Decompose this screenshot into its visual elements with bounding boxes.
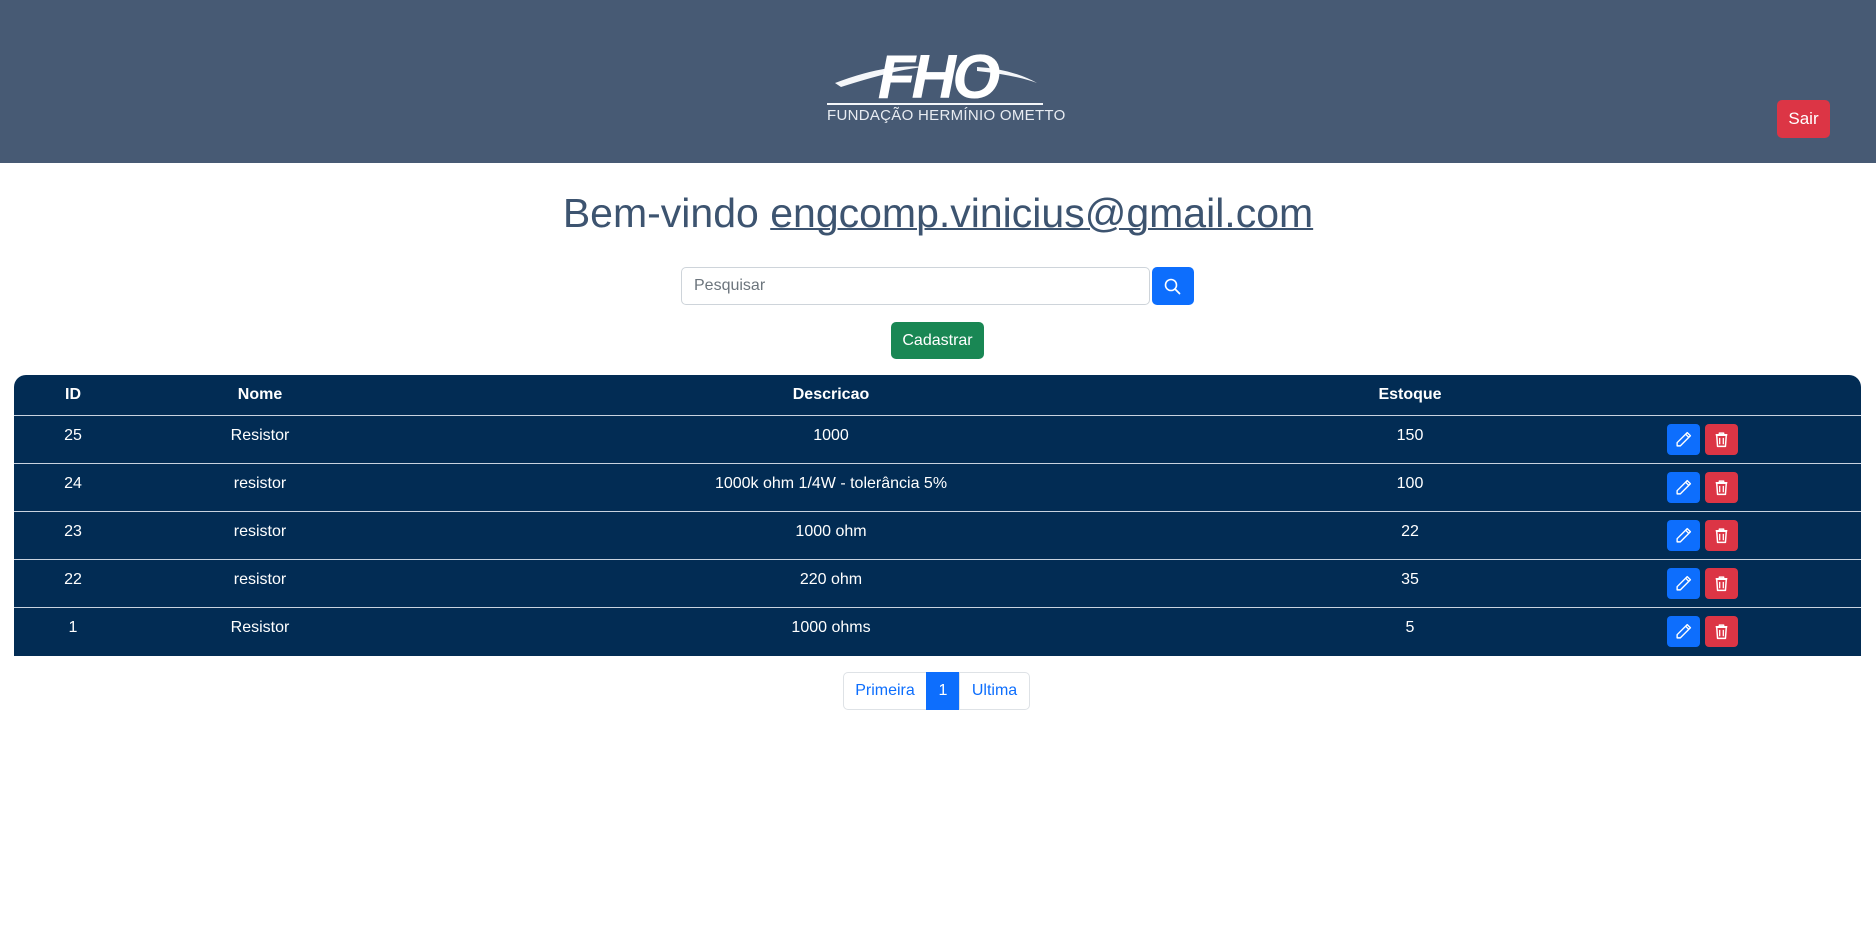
- cell-nome: resistor: [233, 475, 287, 492]
- search-icon: [1164, 278, 1181, 295]
- fho-logo-mark: FHO: [827, 43, 1043, 112]
- cell-id: 23: [64, 523, 82, 540]
- pagination-first[interactable]: Primeira: [843, 672, 927, 710]
- cell-id: 24: [64, 475, 82, 492]
- user-email-link[interactable]: engcomp.vinicius@gmail.com: [770, 190, 1313, 236]
- cell-estoque: 150: [1396, 427, 1424, 444]
- app-header: FHO FUNDAÇÃO HERMÍNIO OMETTO Sair: [0, 0, 1876, 163]
- cell-id: 25: [64, 427, 82, 444]
- table-row: 23 resistor 1000 ohm 22: [14, 512, 1861, 560]
- trash-icon: [1715, 624, 1728, 640]
- column-header-id: ID: [65, 386, 81, 403]
- pencil-icon: [1676, 527, 1692, 543]
- table-header-row: ID Nome Descricao Estoque: [14, 375, 1861, 416]
- welcome-heading: Bem-vindo engcomp.vinicius@gmail.com: [0, 186, 1876, 240]
- pagination-page-current[interactable]: 1: [926, 672, 960, 710]
- cell-estoque: 35: [1401, 571, 1419, 588]
- pencil-icon: [1676, 479, 1692, 495]
- pagination-last[interactable]: Ultima: [959, 672, 1030, 710]
- trash-icon: [1715, 528, 1728, 544]
- logo-text: FHO: [878, 43, 1001, 105]
- pencil-icon: [1676, 623, 1692, 639]
- cell-estoque: 22: [1401, 523, 1419, 540]
- trash-icon: [1715, 576, 1728, 592]
- cell-descricao: 1000: [813, 427, 849, 444]
- column-header-nome: Nome: [237, 386, 283, 403]
- table-row: 25 Resistor 1000 150: [14, 416, 1861, 464]
- table-row: 24 resistor 1000k ohm 1/4W - tolerância …: [14, 464, 1861, 512]
- edit-button[interactable]: [1667, 424, 1700, 455]
- delete-button[interactable]: [1705, 520, 1738, 551]
- cell-id: 1: [68, 619, 78, 636]
- register-button[interactable]: Cadastrar: [891, 322, 984, 359]
- delete-button[interactable]: [1705, 424, 1738, 455]
- cell-descricao: 220 ohm: [799, 571, 863, 588]
- cell-estoque: 100: [1396, 475, 1424, 492]
- cell-descricao: 1000 ohm: [795, 523, 867, 540]
- cell-nome: Resistor: [230, 427, 290, 444]
- column-header-estoque: Estoque: [1378, 386, 1442, 403]
- trash-icon: [1715, 480, 1728, 496]
- cell-nome: resistor: [233, 571, 287, 588]
- edit-button[interactable]: [1667, 568, 1700, 599]
- cell-id: 22: [64, 571, 82, 588]
- edit-button[interactable]: [1667, 520, 1700, 551]
- trash-icon: [1715, 432, 1728, 448]
- pagination: Primeira 1 Ultima: [843, 672, 1030, 710]
- products-table: ID Nome Descricao Estoque 25 Resistor 10…: [14, 375, 1861, 656]
- cell-nome: Resistor: [230, 619, 290, 636]
- search-input[interactable]: [681, 267, 1150, 305]
- delete-button[interactable]: [1705, 472, 1738, 503]
- logo-subtitle: FUNDAÇÃO HERMÍNIO OMETTO: [827, 107, 1066, 124]
- welcome-prefix: Bem-vindo: [562, 190, 759, 236]
- cell-descricao: 1000k ohm 1/4W - tolerância 5%: [714, 475, 948, 492]
- fho-logo: FHO FUNDAÇÃO HERMÍNIO OMETTO: [827, 43, 1066, 128]
- cell-estoque: 5: [1405, 619, 1415, 636]
- edit-button[interactable]: [1667, 616, 1700, 647]
- cell-descricao: 1000 ohms: [791, 619, 871, 636]
- cell-nome: resistor: [233, 523, 287, 540]
- table-row: 1 Resistor 1000 ohms 5: [14, 608, 1861, 656]
- table-row: 22 resistor 220 ohm 35: [14, 560, 1861, 608]
- edit-button[interactable]: [1667, 472, 1700, 503]
- delete-button[interactable]: [1705, 616, 1738, 647]
- pencil-icon: [1676, 575, 1692, 591]
- logout-button[interactable]: Sair: [1777, 100, 1830, 138]
- delete-button[interactable]: [1705, 568, 1738, 599]
- pencil-icon: [1676, 431, 1692, 447]
- column-header-descricao: Descricao: [792, 386, 870, 403]
- search-button[interactable]: [1152, 267, 1194, 305]
